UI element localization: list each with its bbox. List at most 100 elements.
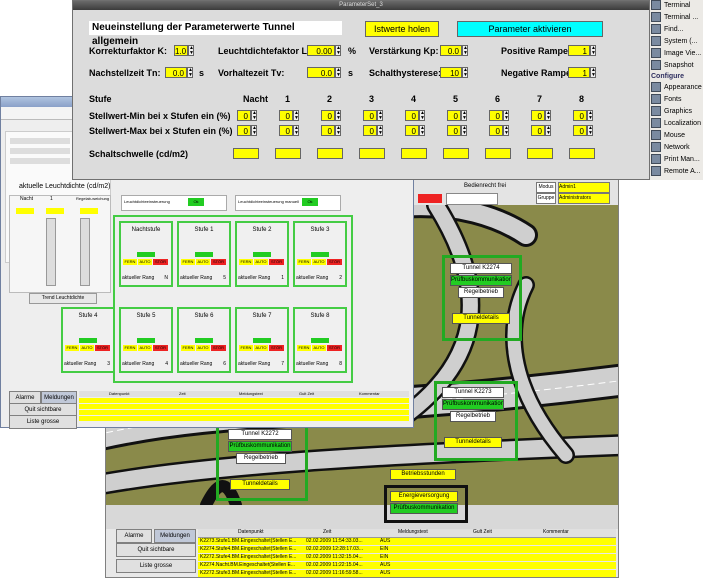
tunnel-k2274-label[interactable]: Tunnel K2274 <box>450 263 512 274</box>
spinner-arrows-icon[interactable]: ▲ ▼ <box>587 125 593 136</box>
spinner-arrows-icon[interactable]: ▲ ▼ <box>587 110 593 121</box>
spinner-arrows-icon[interactable]: ▲ ▼ <box>293 110 299 121</box>
istwerte-holen-button[interactable]: Istwerte holen <box>365 21 439 37</box>
stellwert-max-value[interactable]: 0 <box>531 125 545 136</box>
menu-item-snapshot[interactable]: Snapshot <box>651 60 703 72</box>
menu-item-image-viewer[interactable]: Image Vie... <box>651 48 703 60</box>
spinner-arrows-icon[interactable]: ▲ ▼ <box>377 110 383 121</box>
korrekturfaktor-value[interactable]: 1.0 <box>174 45 188 56</box>
schalthysterese-value[interactable]: 10 <box>440 67 462 78</box>
stellwert-min-value[interactable]: 0 <box>405 110 419 121</box>
spinner-arrows-icon[interactable]: ▲ ▼ <box>462 67 468 78</box>
tunnel-k2272-label[interactable]: Tunnel K2272 <box>228 429 292 440</box>
spinner-arrows-icon[interactable]: ▲ ▼ <box>503 125 509 136</box>
spinner-arrows-icon[interactable]: ▲ ▼ <box>590 45 596 56</box>
menu-item-network[interactable]: Network <box>651 142 703 154</box>
nachstellzeit-value[interactable]: 0.0 <box>165 67 187 78</box>
stellwert-max-value[interactable]: 0 <box>447 125 461 136</box>
betriebsstunden-button[interactable]: Betriebsstunden <box>390 469 456 480</box>
stellwert-min-value[interactable]: 0 <box>447 110 461 121</box>
stufe-box[interactable]: Stufe 7 FERN AUTO STÖR aktueller Rang 7 <box>235 307 289 373</box>
stellwert-min-value[interactable]: 0 <box>279 110 293 121</box>
tunnel-k2273-label[interactable]: Tunnel K2273 <box>442 387 504 398</box>
tab-alarme[interactable]: Alarme <box>116 529 152 543</box>
stellwert-max-value[interactable]: 0 <box>363 125 377 136</box>
table-row[interactable] <box>79 404 409 409</box>
stellwert-min-value[interactable]: 0 <box>573 110 587 121</box>
spinner-arrows-icon[interactable]: ▲ ▼ <box>335 67 341 78</box>
spinner-arrows-icon[interactable]: ▲ ▼ <box>187 67 193 78</box>
stellwert-min-value[interactable]: 0 <box>321 110 335 121</box>
spinner-arrows-icon[interactable]: ▲ ▼ <box>335 110 341 121</box>
spinner-arrows-icon[interactable]: ▲ ▼ <box>251 125 257 136</box>
stellwert-max-value[interactable]: 0 <box>573 125 587 136</box>
spinner-arrows-icon[interactable]: ▲ ▼ <box>335 45 341 56</box>
mode-manual-ok[interactable]: Ok <box>302 198 318 206</box>
mode-auto-ok[interactable]: Ok <box>188 198 204 206</box>
menu-item-localization[interactable]: Localization <box>651 118 703 130</box>
stellwert-min-value[interactable]: 0 <box>237 110 251 121</box>
tunnel-k2274-details-button[interactable]: Tunneldetails <box>452 313 510 324</box>
stellwert-max-value[interactable]: 0 <box>237 125 251 136</box>
menu-item-terminal-2[interactable]: Terminal ... <box>651 12 703 24</box>
stellwert-min-value[interactable]: 0 <box>489 110 503 121</box>
spinner-arrows-icon[interactable]: ▲ ▼ <box>293 125 299 136</box>
spinner-arrows-icon[interactable]: ▲ ▼ <box>419 110 425 121</box>
spinner-arrows-icon[interactable]: ▲ ▼ <box>251 110 257 121</box>
tunnel-k2272-details-button[interactable]: Tunneldetails <box>230 479 290 490</box>
tab-meldungen[interactable]: Meldungen <box>154 529 196 543</box>
trend-leuchtdichte-button[interactable]: Trend Leuchtdichte <box>29 293 97 304</box>
schaltschwelle-field[interactable] <box>485 148 511 159</box>
stufe-box[interactable]: Stufe 4 FERN AUTO STÖR aktueller Rang 3 <box>61 307 115 373</box>
spinner-arrows-icon[interactable]: ▲ ▼ <box>590 67 596 78</box>
schaltschwelle-field[interactable] <box>401 148 427 159</box>
stellwert-max-value[interactable]: 0 <box>405 125 419 136</box>
table-row[interactable]: K2272.Stufe4.BM.Eingeschaltet(Stellen E.… <box>198 554 616 561</box>
spinner-arrows-icon[interactable]: ▲ ▼ <box>188 45 194 56</box>
stellwert-max-value[interactable]: 0 <box>321 125 335 136</box>
schaltschwelle-field[interactable] <box>359 148 385 159</box>
stufe-box[interactable]: Stufe 2 FERN AUTO STÖR aktueller Rang 1 <box>235 221 289 287</box>
menu-item-graphics[interactable]: Graphics <box>651 106 703 118</box>
spinner-arrows-icon[interactable]: ▲ ▼ <box>462 45 468 56</box>
positive-rampe-value[interactable]: 1 <box>568 45 590 56</box>
spinner-arrows-icon[interactable]: ▲ ▼ <box>545 125 551 136</box>
stufe-box[interactable]: Stufe 5 FERN AUTO STÖR aktueller Rang 4 <box>119 307 173 373</box>
liste-grosse-button[interactable]: Liste grosse <box>116 559 196 573</box>
menu-item-terminal[interactable]: Terminal <box>651 0 703 12</box>
stufe-box[interactable]: Stufe 6 FERN AUTO STÖR aktueller Rang 6 <box>177 307 231 373</box>
table-row[interactable]: K2274.Nacht.BM.Eingeschaltet(Stellen E..… <box>198 562 616 569</box>
stufe-box[interactable]: Stufe 8 FERN AUTO STÖR aktueller Rang 8 <box>293 307 347 373</box>
vorhaltezeit-value[interactable]: 0.0 <box>307 67 335 78</box>
stellwert-min-value[interactable]: 0 <box>363 110 377 121</box>
menu-item-find[interactable]: Find... <box>651 24 703 36</box>
menu-item-system[interactable]: System (... <box>651 36 703 48</box>
schaltschwelle-field[interactable] <box>527 148 553 159</box>
schaltschwelle-field[interactable] <box>275 148 301 159</box>
stufe-box[interactable]: Stufe 3 FERN AUTO STÖR aktueller Rang 2 <box>293 221 347 287</box>
menu-item-print-manager[interactable]: Print Man... <box>651 154 703 166</box>
spinner-arrows-icon[interactable]: ▲ ▼ <box>461 125 467 136</box>
table-row[interactable] <box>79 398 409 403</box>
spinner-arrows-icon[interactable]: ▲ ▼ <box>461 110 467 121</box>
leuchtdichtefaktor-value[interactable]: 0.00 <box>307 45 335 56</box>
parameter-aktivieren-button[interactable]: Parameter aktivieren <box>457 21 603 37</box>
schaltschwelle-field[interactable] <box>443 148 469 159</box>
stufe-box[interactable]: Nachtstufe FERN AUTO STÖR aktueller Rang N <box>119 221 173 287</box>
schaltschwelle-field[interactable] <box>569 148 595 159</box>
spinner-arrows-icon[interactable]: ▲ ▼ <box>335 125 341 136</box>
menu-item-mouse[interactable]: Mouse <box>651 130 703 142</box>
verstaerkung-value[interactable]: 0.0 <box>440 45 462 56</box>
tunnel-k2273-details-button[interactable]: Tunneldetails <box>444 437 502 448</box>
stellwert-max-value[interactable]: 0 <box>489 125 503 136</box>
stellwert-min-value[interactable]: 0 <box>531 110 545 121</box>
energieversorgung-button[interactable]: Energieversorgung <box>390 491 458 502</box>
spinner-arrows-icon[interactable]: ▲ ▼ <box>419 125 425 136</box>
negative-rampe-value[interactable]: 1 <box>568 67 590 78</box>
menu-item-remote-access[interactable]: Remote A... <box>651 166 703 178</box>
liste-grosse-button[interactable]: Liste grosse <box>9 415 77 429</box>
spinner-arrows-icon[interactable]: ▲ ▼ <box>545 110 551 121</box>
schaltschwelle-field[interactable] <box>233 148 259 159</box>
schaltschwelle-field[interactable] <box>317 148 343 159</box>
table-row[interactable] <box>79 410 409 415</box>
